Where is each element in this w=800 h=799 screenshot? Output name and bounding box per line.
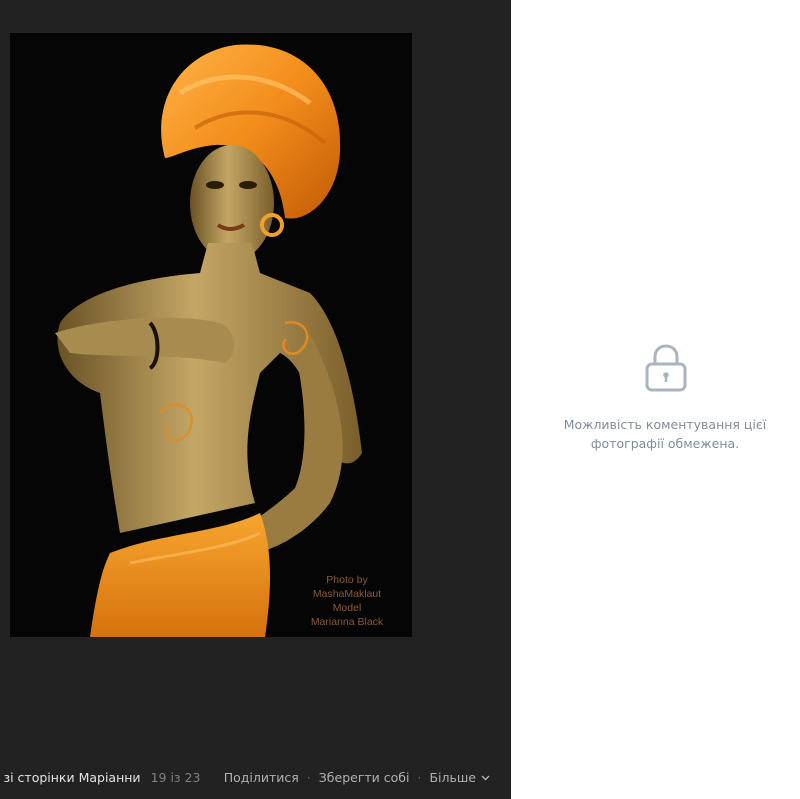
comments-notice-line: фотографії обмежена. <box>590 436 740 451</box>
save-to-self-button[interactable]: Зберегти собі <box>319 770 410 785</box>
lock-icon <box>644 343 688 397</box>
share-button[interactable]: Поділитися <box>224 770 299 785</box>
photo-credit-line: Model <box>332 602 362 614</box>
photo-credit: Photo by MashaMaklaut Model Marianna Bla… <box>294 573 400 629</box>
more-button[interactable]: Більше <box>429 770 490 785</box>
chevron-down-icon <box>481 769 490 784</box>
album-link[interactable]: ї зі сторінки Маріанни <box>0 770 141 785</box>
photo-counter: 19 із 23 <box>150 769 201 785</box>
photo-actions: Поділитися · Зберегти собі · Більше <box>224 770 490 785</box>
photo-credit-line: Marianna Black <box>310 616 384 628</box>
photo-credit-line: Photo by <box>326 574 368 586</box>
separator: · <box>306 769 311 785</box>
photo-pane: Photo by MashaMaklaut Model Marianna Bla… <box>0 0 511 799</box>
more-button-label: Більше <box>429 769 476 785</box>
photo-bottom-bar: ї зі сторінки Маріанни 19 із 23 Поділити… <box>0 763 511 791</box>
photo-credit-line: MashaMaklaut <box>312 588 382 600</box>
comments-restricted-notice: Можливість коментування цієї фотографії … <box>540 415 790 453</box>
comments-pane <box>511 0 800 799</box>
photo[interactable]: Photo by MashaMaklaut Model Marianna Bla… <box>10 33 412 637</box>
photo-image <box>10 33 412 637</box>
separator: · <box>417 769 422 785</box>
comments-notice-line: Можливість коментування цієї <box>563 417 767 432</box>
photo-viewer: Photo by MashaMaklaut Model Marianna Bla… <box>0 0 800 799</box>
